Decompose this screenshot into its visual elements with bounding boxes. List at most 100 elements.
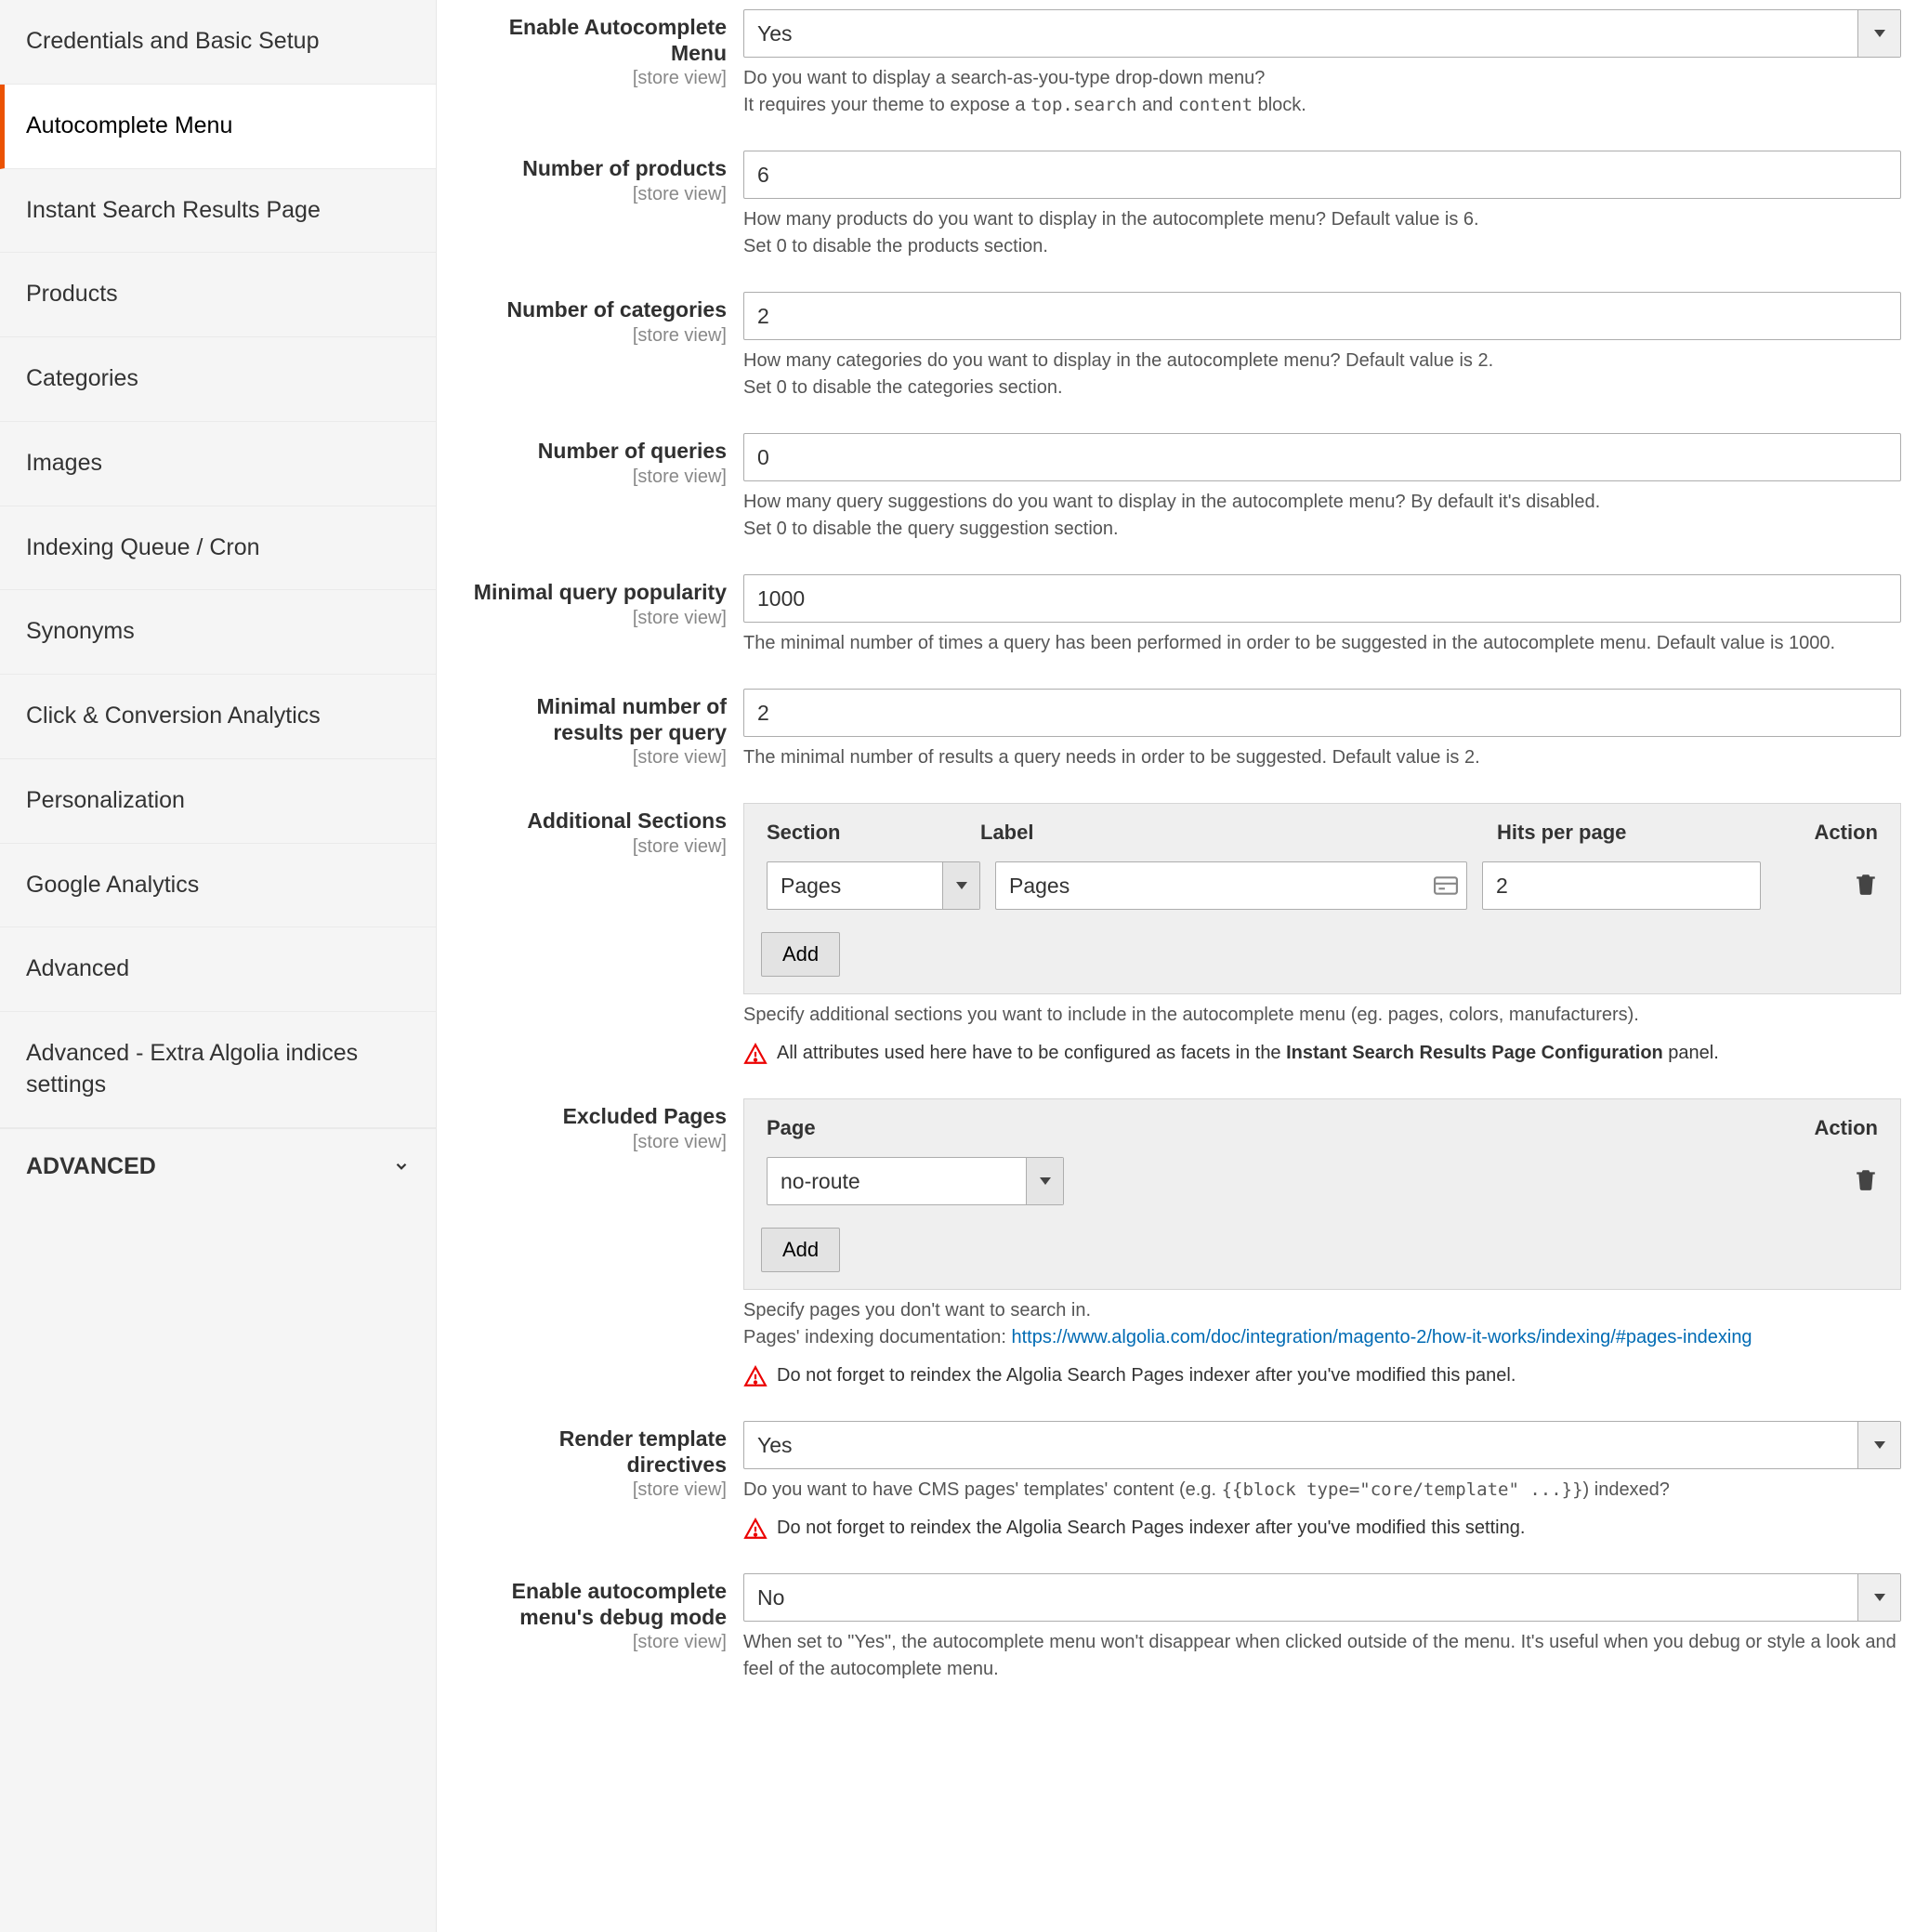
select-toggle[interactable]	[1857, 10, 1900, 57]
hint-code: {{block type="core/template" ...}}	[1222, 1479, 1583, 1500]
hint-code: top.search	[1030, 95, 1136, 115]
hint-text: and	[1136, 95, 1177, 115]
warning-icon	[743, 1364, 768, 1388]
hint-text: How many products do you want to display…	[743, 209, 1479, 230]
num-queries-input[interactable]	[743, 433, 1901, 481]
docs-link[interactable]: https://www.algolia.com/doc/integration/…	[1011, 1327, 1752, 1347]
field-label: Excluded Pages	[465, 1104, 727, 1130]
hint-text: The minimal number of times a query has …	[743, 633, 1835, 653]
hint-text: How many categories do you want to displ…	[743, 350, 1493, 371]
col-header-section: Section	[767, 821, 980, 845]
enable-autocomplete-select[interactable]: Yes	[743, 9, 1901, 58]
select-toggle[interactable]	[1857, 1574, 1900, 1621]
field-scope: [store view]	[465, 1132, 727, 1153]
sidebar-item-advanced[interactable]: Advanced	[0, 927, 436, 1012]
trash-icon[interactable]	[1854, 872, 1878, 896]
warning-text: All attributes used here have to be conf…	[777, 1040, 1719, 1067]
caret-down-icon	[1874, 1441, 1885, 1449]
select-value: Yes	[744, 21, 1857, 46]
field-label: Minimal query popularity	[465, 580, 727, 606]
field-scope: [store view]	[465, 836, 727, 858]
add-section-button[interactable]: Add	[761, 932, 840, 977]
select-value: Yes	[744, 1433, 1857, 1458]
caret-down-icon	[956, 882, 967, 889]
hint-text: Specify additional sections you want to …	[743, 1005, 1639, 1025]
sidebar-item-label: Synonyms	[26, 618, 135, 644]
section-select[interactable]: Pages	[767, 861, 980, 910]
hint-text: It requires your theme to expose a	[743, 95, 1030, 115]
chevron-down-icon	[393, 1158, 410, 1175]
hint-text: When set to "Yes", the autocomplete menu…	[743, 1632, 1896, 1679]
field-scope: [store view]	[465, 467, 727, 488]
field-scope: [store view]	[465, 325, 727, 347]
select-value: No	[744, 1585, 1857, 1610]
warning-text: Do not forget to reindex the Algolia Sea…	[777, 1515, 1525, 1542]
sidebar-item-personalization[interactable]: Personalization	[0, 759, 436, 844]
section-label-input[interactable]	[995, 861, 1467, 910]
field-scope: [store view]	[465, 1479, 727, 1501]
field-label: Number of products	[465, 156, 727, 182]
caret-down-icon	[1874, 1594, 1885, 1601]
sidebar-item-label: Google Analytics	[26, 872, 199, 898]
num-products-input[interactable]	[743, 151, 1901, 199]
warning-icon	[743, 1517, 768, 1541]
hint-text: The minimal number of results a query ne…	[743, 747, 1480, 768]
sidebar-item-products[interactable]: Products	[0, 253, 436, 337]
excluded-page-select[interactable]: no-route	[767, 1157, 1064, 1205]
sidebar-item-images[interactable]: Images	[0, 422, 436, 506]
sidebar-item-instant-search[interactable]: Instant Search Results Page	[0, 169, 436, 254]
select-toggle[interactable]	[1026, 1158, 1063, 1204]
excluded-pages-panel: Page Action no-route	[743, 1098, 1901, 1290]
select-value: Pages	[768, 874, 942, 899]
caret-down-icon	[1040, 1177, 1051, 1185]
col-header-label: Label	[980, 821, 1497, 845]
sidebar-item-click-conversion[interactable]: Click & Conversion Analytics	[0, 675, 436, 759]
col-header-hits: Hits per page	[1497, 821, 1776, 845]
select-toggle[interactable]	[942, 862, 979, 909]
field-scope: [store view]	[465, 184, 727, 205]
sidebar-item-categories[interactable]: Categories	[0, 337, 436, 422]
sidebar-item-credentials[interactable]: Credentials and Basic Setup	[0, 0, 436, 85]
field-label: Enable autocomplete menu's debug mode	[465, 1579, 727, 1630]
min-popularity-input[interactable]	[743, 574, 1901, 623]
field-scope: [store view]	[465, 1632, 727, 1653]
sidebar-item-label: Images	[26, 450, 102, 476]
num-categories-input[interactable]	[743, 292, 1901, 340]
hint-text: Set 0 to disable the categories section.	[743, 377, 1063, 398]
sidebar-item-indexing-queue[interactable]: Indexing Queue / Cron	[0, 506, 436, 591]
sidebar-item-label: Personalization	[26, 787, 185, 813]
field-scope: [store view]	[465, 608, 727, 629]
add-excluded-page-button[interactable]: Add	[761, 1228, 840, 1272]
trash-icon[interactable]	[1854, 1167, 1878, 1191]
field-label: Render template directives	[465, 1426, 727, 1478]
table-row: Pages	[761, 856, 1883, 915]
hits-per-page-input[interactable]	[1482, 861, 1761, 910]
field-label: Enable Autocomplete Menu	[465, 15, 727, 66]
sidebar-item-advanced-extra[interactable]: Advanced - Extra Algolia indices setting…	[0, 1012, 436, 1128]
hint-text: Set 0 to disable the query suggestion se…	[743, 519, 1119, 539]
sidebar-item-label: Advanced - Extra Algolia indices setting…	[26, 1040, 358, 1097]
sidebar-item-google-analytics[interactable]: Google Analytics	[0, 844, 436, 928]
min-results-input[interactable]	[743, 689, 1901, 737]
sidebar-item-label: Credentials and Basic Setup	[26, 28, 319, 54]
field-label: Minimal number of results per query	[465, 694, 727, 745]
select-toggle[interactable]	[1857, 1422, 1900, 1468]
warning-icon	[743, 1042, 768, 1066]
render-template-select[interactable]: Yes	[743, 1421, 1901, 1469]
hint-text: How many query suggestions do you want t…	[743, 492, 1600, 512]
debug-mode-select[interactable]: No	[743, 1573, 1901, 1622]
sidebar-item-autocomplete[interactable]: Autocomplete Menu	[0, 85, 436, 169]
field-scope: [store view]	[465, 68, 727, 89]
field-label: Number of queries	[465, 439, 727, 465]
sidebar-group-advanced[interactable]: ADVANCED	[0, 1128, 436, 1204]
hint-code: content	[1178, 95, 1253, 115]
select-value: no-route	[768, 1169, 1026, 1194]
sidebar-item-label: Indexing Queue / Cron	[26, 534, 260, 560]
settings-sidebar: Credentials and Basic Setup Autocomplete…	[0, 0, 437, 1932]
sidebar-item-synonyms[interactable]: Synonyms	[0, 590, 436, 675]
field-scope: [store view]	[465, 747, 727, 769]
caret-down-icon	[1874, 30, 1885, 37]
sidebar-item-label: Products	[26, 281, 118, 307]
card-icon	[1434, 876, 1458, 895]
field-label: Number of categories	[465, 297, 727, 323]
